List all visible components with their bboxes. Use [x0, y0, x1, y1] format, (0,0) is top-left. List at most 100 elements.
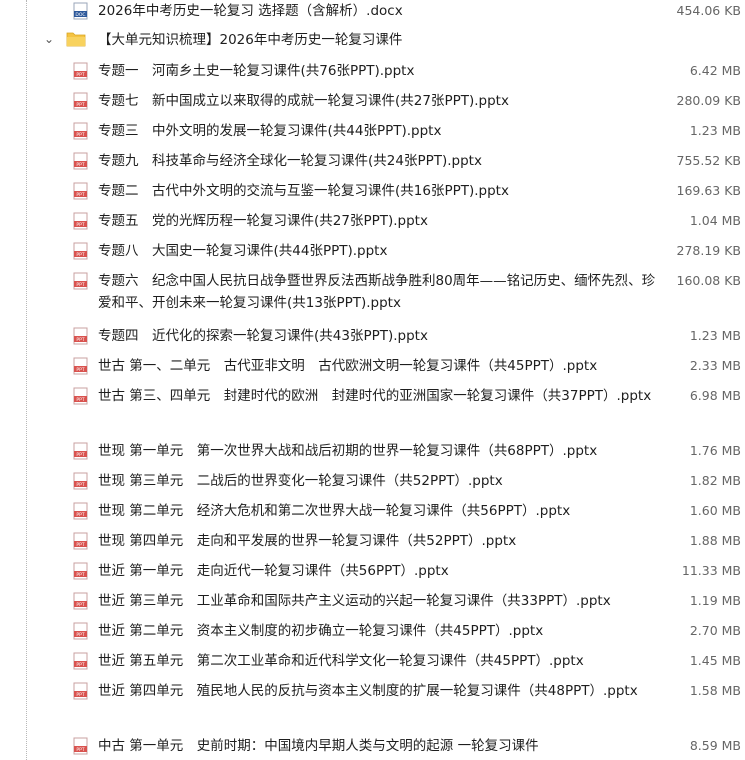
file-row[interactable]: PPT 中古 第一单元 史前时期：中国境内早期人类与文明的起源 一轮复习课件 8.5… [0, 735, 745, 757]
pptx-icon: PPT [73, 272, 88, 290]
file-name: 专题二 古代中外文明的交流与互鉴一轮复习课件(共16张PPT).pptx [98, 183, 509, 199]
file-row[interactable]: PPT 世近 第三单元 工业革命和国际共产主义运动的兴起一轮复习课件（共33PPT… [0, 590, 745, 612]
pptx-icon: PPT [73, 592, 88, 610]
file-size: 1.76 MB [689, 443, 741, 458]
svg-text:PPT: PPT [76, 252, 84, 258]
svg-text:PPT: PPT [76, 452, 84, 458]
file-size: 2.33 MB [689, 358, 741, 373]
file-row[interactable]: PPT 世现 第四单元 走向和平发展的世界一轮复习课件（共52PPT）.pptx 1… [0, 530, 745, 552]
svg-text:PPT: PPT [76, 397, 84, 403]
file-size: 6.98 MB [689, 388, 741, 403]
file-name: 2026年中考历史一轮复习 选择题（含解析）.docx [98, 3, 403, 19]
file-name: 专题一 河南乡土史一轮复习课件(共76张PPT).pptx [98, 63, 415, 79]
pptx-icon: PPT [73, 122, 88, 140]
svg-text:PPT: PPT [76, 192, 84, 198]
file-row[interactable]: PPT 世近 第二单元 资本主义制度的初步确立一轮复习课件（共45PPT）.ppt… [0, 620, 745, 642]
file-row[interactable]: PPT 世古 第三、四单元 封建时代的欧洲 封建时代的亚洲国家一轮复习课件（共37… [0, 385, 745, 437]
pptx-icon: PPT [73, 327, 88, 345]
file-row[interactable]: PPT 专题七 新中国成立以来取得的成就一轮复习课件(共27张PPT).pptx 2… [0, 90, 745, 112]
file-size: 278.19 KB [676, 243, 741, 258]
file-row[interactable]: PPT 专题一 河南乡土史一轮复习课件(共76张PPT).pptx 6.42 MB [0, 60, 745, 82]
file-name: 世现 第四单元 走向和平发展的世界一轮复习课件（共52PPT）.pptx [98, 533, 517, 549]
svg-text:PPT: PPT [76, 367, 84, 373]
file-size: 1.19 MB [689, 593, 741, 608]
svg-text:PPT: PPT [76, 747, 84, 753]
file-tree: DOC 2026年中考历史一轮复习 选择题（含解析）.docx 454.06 K… [0, 0, 745, 760]
pptx-icon: PPT [73, 472, 88, 490]
tree-guide-line [26, 0, 27, 760]
file-row[interactable]: PPT 世近 第四单元 殖民地人民的反抗与资本主义制度的扩展一轮复习课件（共48P… [0, 680, 745, 732]
pptx-icon: PPT [73, 622, 88, 640]
svg-text:PPT: PPT [76, 72, 84, 78]
pptx-icon: PPT [73, 357, 88, 375]
svg-text:PPT: PPT [76, 337, 84, 343]
file-name: 世近 第二单元 资本主义制度的初步确立一轮复习课件（共45PPT）.pptx [98, 623, 544, 639]
file-name: 世近 第五单元 第二次工业革命和近代科学文化一轮复习课件（共45PPT）.ppt… [98, 653, 584, 669]
file-size: 1.60 MB [689, 503, 741, 518]
file-size: 454.06 KB [676, 3, 741, 18]
svg-text:PPT: PPT [76, 512, 84, 518]
folder-row[interactable]: ⌄ 【大单元知识梳理】2026年中考历史一轮复习课件 [0, 29, 745, 51]
file-name: 专题九 科技革命与经济全球化一轮复习课件(共24张PPT).pptx [98, 153, 482, 169]
file-row[interactable]: PPT 世现 第二单元 经济大危机和第二次世界大战一轮复习课件（共56PPT）.p… [0, 500, 745, 522]
file-size: 2.70 MB [689, 623, 741, 638]
file-name: 世近 第三单元 工业革命和国际共产主义运动的兴起一轮复习课件（共33PPT）.p… [98, 593, 611, 609]
file-row[interactable]: PPT 专题九 科技革命与经济全球化一轮复习课件(共24张PPT).pptx 755… [0, 150, 745, 172]
file-row[interactable]: PPT 专题五 党的光辉历程一轮复习课件(共27张PPT).pptx 1.04 MB [0, 210, 745, 232]
svg-text:PPT: PPT [76, 632, 84, 638]
pptx-icon: PPT [73, 652, 88, 670]
pptx-icon: PPT [73, 212, 88, 230]
pptx-icon: PPT [73, 62, 88, 80]
file-row[interactable]: PPT 专题三 中外文明的发展一轮复习课件(共44张PPT).pptx 1.23 M… [0, 120, 745, 142]
pptx-icon: PPT [73, 242, 88, 260]
file-row[interactable]: PPT 专题六 纪念中国人民抗日战争暨世界反法西斯战争胜利80周年——铭记历史、缅… [0, 270, 745, 322]
svg-text:PPT: PPT [76, 102, 84, 108]
file-size: 169.63 KB [676, 183, 741, 198]
file-size: 1.88 MB [689, 533, 741, 548]
file-name: 世古 第一、二单元 古代亚非文明 古代欧洲文明一轮复习课件（共45PPT）.pp… [98, 358, 598, 374]
file-size: 280.09 KB [676, 93, 741, 108]
file-row[interactable]: PPT 专题八 大国史一轮复习课件(共44张PPT).pptx 278.19 KB [0, 240, 745, 262]
file-name: 世现 第三单元 二战后的世界变化一轮复习课件（共52PPT）.pptx [98, 473, 503, 489]
file-name: 专题七 新中国成立以来取得的成就一轮复习课件(共27张PPT).pptx [98, 93, 509, 109]
svg-text:PPT: PPT [76, 482, 84, 488]
docx-icon: DOC [73, 2, 88, 20]
file-name: 世现 第一单元 第一次世界大战和战后初期的世界一轮复习课件（共68PPT）.pp… [98, 443, 598, 459]
file-name: 中古 第一单元 史前时期：中国境内早期人类与文明的起源 一轮复习课件 [98, 738, 539, 754]
pptx-icon: PPT [73, 737, 88, 755]
file-name: 专题三 中外文明的发展一轮复习课件(共44张PPT).pptx [98, 123, 442, 139]
file-row[interactable]: PPT 专题四 近代化的探索一轮复习课件(共43张PPT).pptx 1.23 MB [0, 325, 745, 347]
file-row[interactable]: PPT 世近 第一单元 走向近代一轮复习课件（共56PPT）.pptx 11.33 … [0, 560, 745, 582]
svg-text:DOC: DOC [75, 12, 85, 18]
pptx-icon: PPT [73, 682, 88, 700]
file-name: 专题四 近代化的探索一轮复习课件(共43张PPT).pptx [98, 328, 428, 344]
file-size: 755.52 KB [676, 153, 741, 168]
file-name: 世近 第一单元 走向近代一轮复习课件（共56PPT）.pptx [98, 563, 449, 579]
file-name: 专题五 党的光辉历程一轮复习课件(共27张PPT).pptx [98, 213, 428, 229]
svg-text:PPT: PPT [76, 222, 84, 228]
file-row[interactable]: PPT 世现 第三单元 二战后的世界变化一轮复习课件（共52PPT）.pptx 1.… [0, 470, 745, 492]
file-name: 专题六 纪念中国人民抗日战争暨世界反法西斯战争胜利80周年——铭记历史、缅怀先烈… [98, 273, 656, 311]
pptx-icon: PPT [73, 152, 88, 170]
file-size: 1.23 MB [689, 328, 741, 343]
file-row[interactable]: PPT 世近 第五单元 第二次工业革命和近代科学文化一轮复习课件（共45PPT）.… [0, 650, 745, 672]
svg-text:PPT: PPT [76, 692, 84, 698]
file-row-docx[interactable]: DOC 2026年中考历史一轮复习 选择题（含解析）.docx 454.06 K… [0, 0, 745, 22]
svg-text:PPT: PPT [76, 282, 84, 288]
svg-text:PPT: PPT [76, 132, 84, 138]
file-name: 世现 第二单元 经济大危机和第二次世界大战一轮复习课件（共56PPT）.pptx [98, 503, 571, 519]
file-size: 8.59 MB [689, 738, 741, 753]
file-size: 11.33 MB [681, 563, 741, 578]
svg-text:PPT: PPT [76, 602, 84, 608]
folder-name: 【大单元知识梳理】2026年中考历史一轮复习课件 [98, 32, 403, 48]
chevron-down-icon[interactable]: ⌄ [44, 28, 54, 50]
file-size: 1.58 MB [689, 683, 741, 698]
file-name: 世古 第三、四单元 封建时代的欧洲 封建时代的亚洲国家一轮复习课件（共37PPT… [98, 388, 652, 404]
file-row[interactable]: PPT 专题二 古代中外文明的交流与互鉴一轮复习课件(共16张PPT).pptx 1… [0, 180, 745, 202]
svg-text:PPT: PPT [76, 162, 84, 168]
pptx-icon: PPT [73, 442, 88, 460]
file-row[interactable]: PPT 世现 第一单元 第一次世界大战和战后初期的世界一轮复习课件（共68PPT）… [0, 440, 745, 462]
file-name: 世近 第四单元 殖民地人民的反抗与资本主义制度的扩展一轮复习课件（共48PPT）… [98, 683, 638, 699]
file-size: 160.08 KB [676, 273, 741, 288]
file-row[interactable]: PPT 世古 第一、二单元 古代亚非文明 古代欧洲文明一轮复习课件（共45PPT）… [0, 355, 745, 377]
